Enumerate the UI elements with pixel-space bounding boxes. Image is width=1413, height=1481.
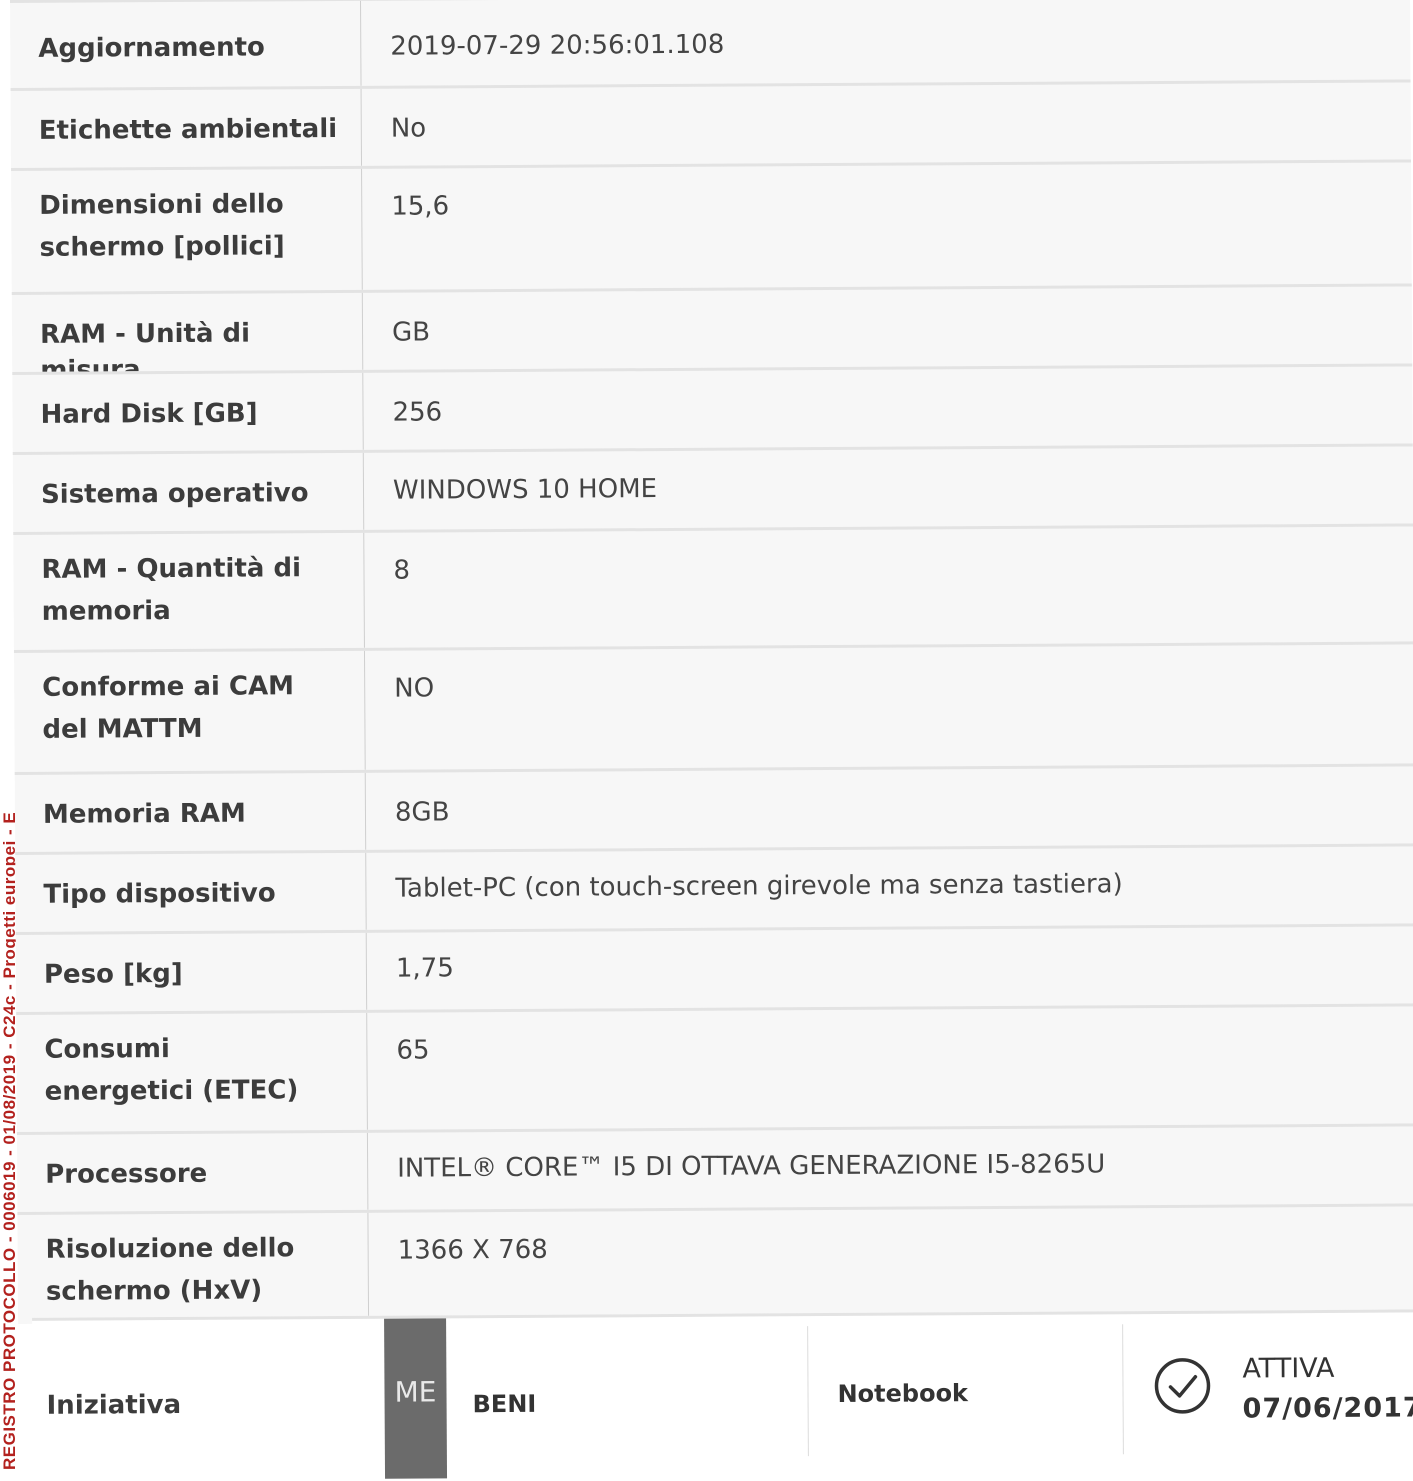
initiative-status: ATTIVA (1242, 1352, 1335, 1385)
initiative-row: Iniziativa ME BENI Notebook ATTIVA 07/06… (32, 1309, 1413, 1481)
table-row: Peso [kg] 1,75 (15, 923, 1413, 1012)
check-circle-icon (1154, 1358, 1211, 1414)
row-label: Consumi energetici (ETEC) (44, 1034, 299, 1107)
table-row: Risoluzione dello schermo (HxV) [pixel] … (17, 1203, 1413, 1349)
row-label: Processore (45, 1158, 208, 1190)
table-row: RAM - Quantità di memoria 8 (13, 523, 1413, 650)
table-row: Dimensioni dello schermo [pollici] 15,6 (11, 159, 1412, 292)
me-badge: ME (384, 1318, 448, 1479)
row-value: 8GB (394, 797, 450, 828)
table-row: Tipo dispositivo Tablet-PC (con touch-sc… (15, 843, 1413, 932)
row-label: Dimensioni dello schermo [pollici] (39, 189, 285, 263)
table-row: Aggiornamento 2019-07-29 20:56:01.108 (10, 0, 1411, 88)
row-value: NO (394, 673, 435, 704)
row-value: 2019-07-29 20:56:01.108 (390, 29, 725, 62)
table-row: Consumi energetici (ETEC) 65 (16, 1003, 1413, 1132)
row-label: Tipo dispositivo (43, 878, 276, 910)
row-label: Etichette ambientali (38, 114, 338, 146)
row-value: No (390, 113, 427, 144)
table-row: Conforme ai CAM del MATTM NO (13, 641, 1413, 772)
initiative-date: 07/06/2017 (1242, 1392, 1413, 1425)
row-label: Memoria RAM (42, 798, 246, 830)
row-label: RAM - Quantità di memoria (41, 553, 302, 627)
table-row: Sistema operativo WINDOWS 10 HOME (12, 443, 1413, 532)
table-row: Memoria RAM 8GB (14, 763, 1413, 852)
row-value: 15,6 (391, 191, 450, 222)
row-value: 8 (393, 555, 411, 586)
row-value: INTEL® CORE™ I5 DI OTTAVA GENERAZIONE I5… (397, 1149, 1106, 1184)
initiative-label: Iniziativa (46, 1389, 182, 1421)
initiative-status-block: ATTIVA 07/06/2017 (1242, 1348, 1413, 1429)
product-details-table: Aggiornamento 2019-07-29 20:56:01.108 Et… (10, 0, 1413, 1481)
row-label: Aggiornamento (38, 32, 265, 64)
table-row: RAM - Unità di misura GB (11, 283, 1413, 386)
table-row: Processore INTEL® CORE™ I5 DI OTTAVA GEN… (16, 1123, 1413, 1212)
row-label: Hard Disk [GB] (40, 398, 258, 430)
row-value: 256 (392, 397, 443, 428)
row-label: Peso [kg] (43, 958, 183, 990)
initiative-category: BENI (472, 1389, 537, 1419)
row-value: 1,75 (395, 953, 454, 984)
row-value: GB (391, 317, 431, 348)
table-row: Hard Disk [GB] 256 (12, 363, 1413, 452)
row-value: 1366 X 768 (397, 1234, 548, 1266)
row-value: WINDOWS 10 HOME (392, 474, 658, 506)
row-value: Tablet-PC (con touch-screen girevole ma … (395, 869, 1123, 904)
row-value: 65 (396, 1035, 430, 1066)
row-label: Sistema operativo (40, 478, 309, 510)
row-label: Conforme ai CAM del MATTM (42, 671, 295, 745)
initiative-product: Notebook (837, 1379, 969, 1408)
table-row: Etichette ambientali No (10, 79, 1412, 168)
